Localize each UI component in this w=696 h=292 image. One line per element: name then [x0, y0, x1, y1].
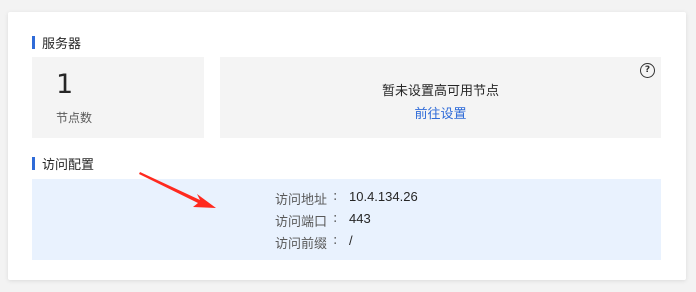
access-prefix-label: 访问前缀 [275, 237, 328, 252]
section-title-bar [32, 156, 35, 170]
access-row-prefix: 访问前缀 : / [32, 233, 661, 253]
colon: : [333, 211, 338, 226]
access-port-label: 访问端口 [275, 215, 328, 230]
access-port-value: 443 [349, 211, 371, 226]
section-title-bar [32, 35, 35, 49]
colon: : [333, 233, 338, 248]
access-section-title-text: 访问配置 [42, 157, 95, 173]
access-config-panel: 访问地址 : 10.4.134.26 访问端口 : 443 访问前缀 : / [32, 179, 661, 260]
access-address-value: 10.4.134.26 [349, 189, 418, 204]
access-section-title: 访问配置 [32, 155, 95, 173]
node-count-value: 1 [56, 69, 74, 100]
config-card: 服务器 1 节点数 暂未设置高可用节点 前往设置 ? 访问配置 访问地址 : 1… [8, 12, 686, 280]
question-circle-icon[interactable]: ? [640, 63, 655, 78]
access-row-address: 访问地址 : 10.4.134.26 [32, 189, 661, 209]
red-arrow-icon [139, 172, 216, 208]
access-prefix-value: / [349, 233, 353, 248]
colon: : [333, 189, 338, 204]
ha-empty-message: 暂未设置高可用节点 [381, 84, 499, 99]
node-count-label: 节点数 [56, 111, 93, 125]
go-to-settings-link[interactable]: 前往设置 [220, 103, 661, 122]
ha-panel: 暂未设置高可用节点 前往设置 ? [220, 57, 661, 138]
access-address-label: 访问地址 [275, 193, 328, 208]
access-row-port: 访问端口 : 443 [32, 211, 661, 231]
node-count-panel: 1 节点数 [32, 57, 204, 138]
server-section-title-text: 服务器 [42, 36, 82, 52]
server-section-title: 服务器 [32, 34, 82, 52]
